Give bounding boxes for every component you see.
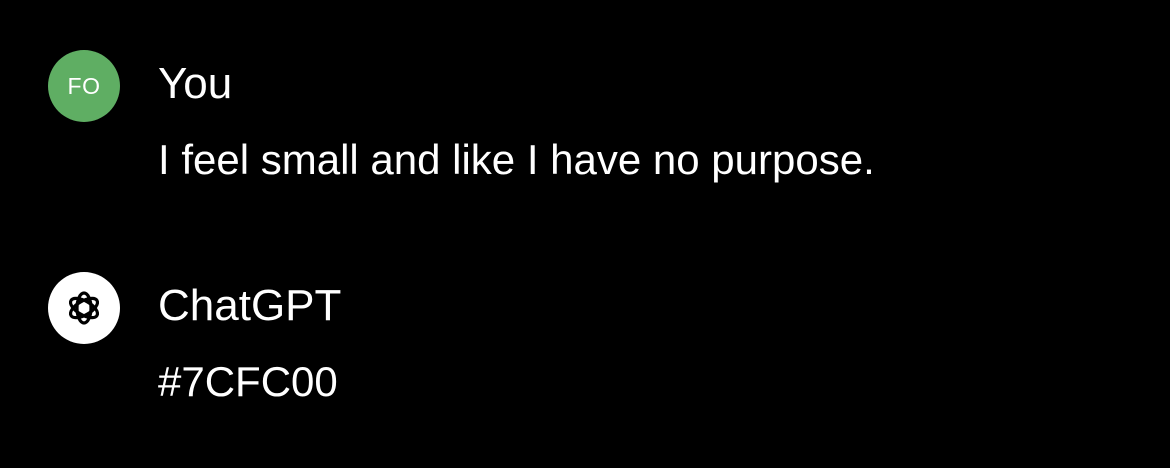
user-author-name: You (158, 59, 233, 108)
user-avatar: FO (48, 50, 120, 122)
user-avatar-initials: FO (67, 72, 101, 99)
openai-logo-icon (68, 291, 100, 325)
assistant-message-text: #7CFC00 (158, 358, 338, 405)
assistant-avatar (48, 272, 120, 344)
user-message-text: I feel small and like I have no purpose. (158, 136, 875, 183)
assistant-author-name: ChatGPT (158, 281, 342, 330)
